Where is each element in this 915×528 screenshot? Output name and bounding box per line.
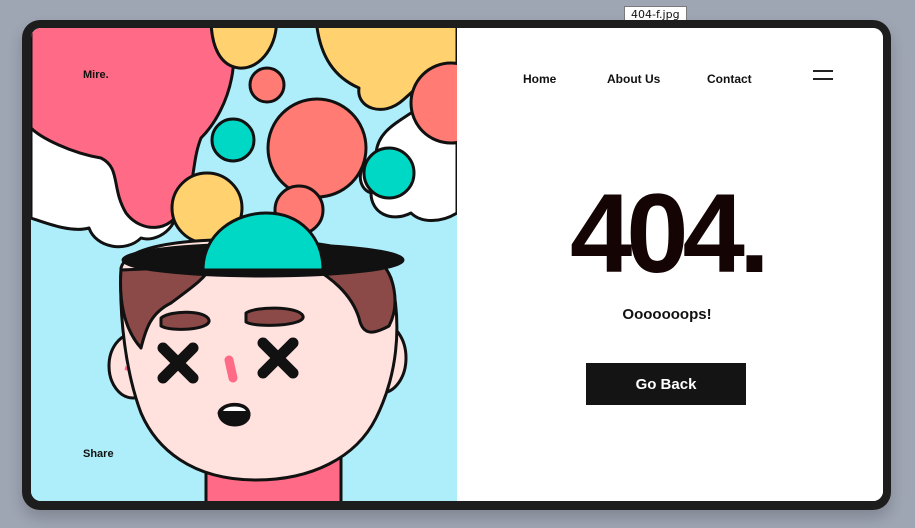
page-screen: Mire. Share Home About Us Contact 404. O… [31, 28, 883, 501]
error-code: 404. [570, 171, 770, 296]
go-back-button[interactable]: Go Back [586, 363, 746, 405]
share-link[interactable]: Share [83, 448, 114, 460]
error-message: Ooooooops! [622, 306, 712, 323]
nav-home[interactable]: Home [523, 72, 556, 86]
hamburger-menu-icon[interactable] [813, 70, 833, 80]
content-panel: Home About Us Contact 404. Ooooooops! Go… [457, 28, 883, 501]
illustration-panel: Mire. Share [31, 28, 457, 501]
head-explosion-illustration [31, 28, 457, 501]
nav-about-us[interactable]: About Us [607, 72, 660, 86]
brand-logo[interactable]: Mire. [83, 69, 109, 81]
nav-contact[interactable]: Contact [707, 72, 752, 86]
